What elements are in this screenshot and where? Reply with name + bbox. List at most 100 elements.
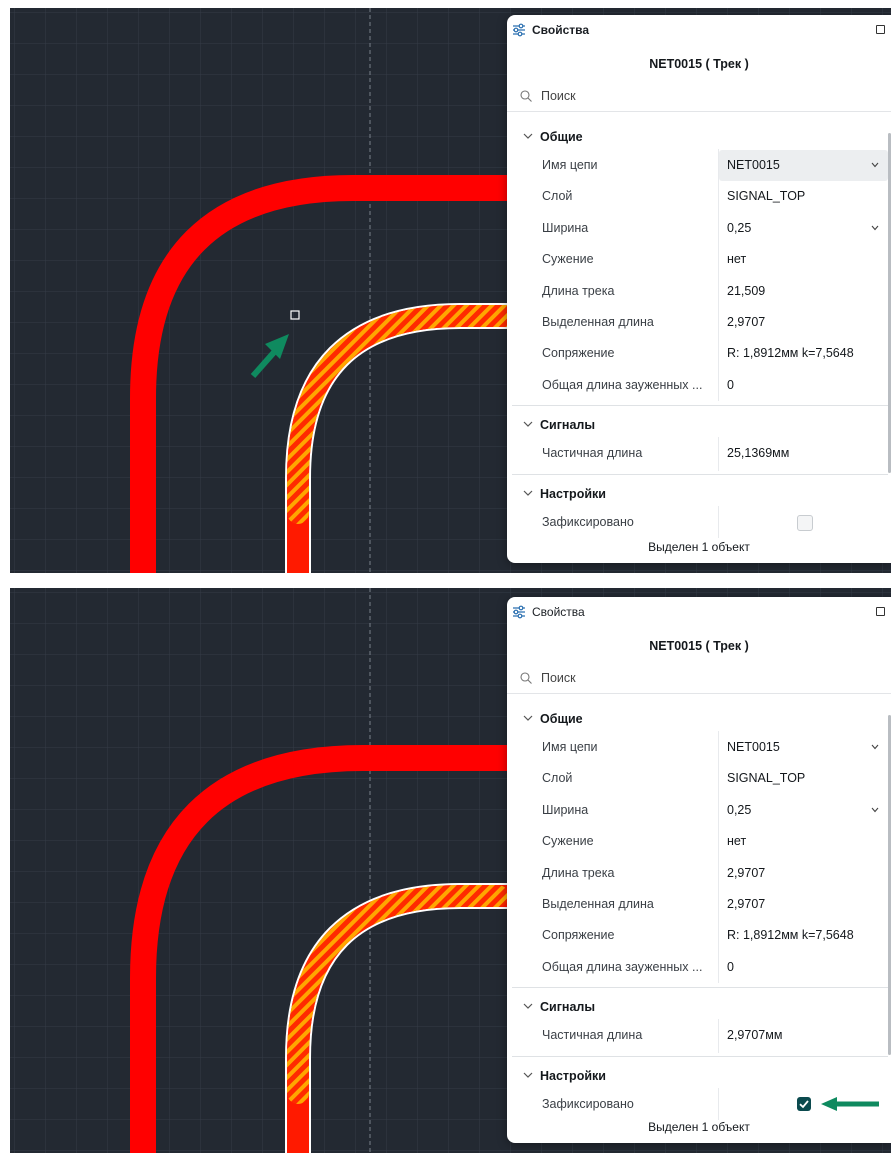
prop-value: 2,9707мм [727, 1028, 783, 1042]
prop-label: Выделенная длина [542, 897, 654, 911]
prop-row-taper: Сужение нет [507, 244, 891, 275]
prop-value: R: 1,8912мм k=7,5648 [727, 928, 854, 942]
prop-value: 25,1369мм [727, 446, 790, 460]
section-signals-header[interactable]: Сигналы [507, 996, 891, 1018]
selection-status: Выделен 1 объект [648, 540, 750, 554]
sliders-icon [513, 605, 525, 619]
prop-label: Зафиксировано [542, 515, 634, 529]
prop-row-width: Ширина 0,25 [507, 213, 891, 244]
chevron-down-icon [871, 225, 879, 231]
section-label: Общие [540, 712, 583, 726]
chevron-down-icon [871, 807, 879, 813]
properties-panel: Свойства NET0015 ( Трек ) Общие Имя цепи… [507, 597, 891, 1143]
prop-label: Частичная длина [542, 446, 643, 460]
locked-checkbox[interactable] [797, 515, 813, 531]
prop-label: Зафиксировано [542, 1097, 634, 1111]
prop-label: Общая длина зауженных ... [542, 378, 703, 392]
prop-row-track-length: Длина трека 21,509 [507, 276, 891, 307]
section-label: Настройки [540, 487, 606, 501]
prop-value: 0,25 [727, 803, 752, 817]
section-label: Настройки [540, 1069, 606, 1083]
panel-title: Свойства [532, 605, 585, 619]
prop-value: 2,9707 [727, 315, 766, 329]
object-title: NET0015 ( Трек ) [649, 57, 749, 71]
prop-value[interactable]: нет [727, 834, 746, 848]
prop-row-locked: Зафиксировано [507, 1089, 891, 1120]
prop-row-selected-length: Выделенная длина 2,9707 [507, 307, 891, 338]
prop-label: Сужение [542, 834, 594, 848]
search-bar [507, 81, 891, 112]
prop-value: 2,9707 [727, 866, 766, 880]
search-input[interactable] [541, 87, 841, 105]
chevron-down-icon [523, 490, 533, 496]
prop-label: Сопряжение [542, 346, 615, 360]
prop-label: Сужение [542, 252, 594, 266]
prop-value[interactable]: SIGNAL_TOP [727, 189, 805, 203]
prop-row-narrowed-length: Общая длина зауженных ... 0 [507, 952, 891, 983]
chevron-down-icon [871, 162, 879, 168]
prop-label: Выделенная длина [542, 315, 654, 329]
prop-row-locked: Зафиксировано [507, 507, 891, 538]
prop-value: 0 [727, 378, 734, 392]
object-title: NET0015 ( Трек ) [649, 639, 749, 653]
prop-row-net-name: Имя цепи NET0015 [507, 732, 891, 763]
section-general-header[interactable]: Общие [507, 708, 891, 730]
maximize-icon[interactable] [876, 25, 885, 34]
prop-value[interactable]: нет [727, 252, 746, 266]
search-icon [520, 672, 532, 684]
panel-header: Свойства [507, 597, 891, 627]
prop-value[interactable]: SIGNAL_TOP [727, 771, 805, 785]
section-signals-header[interactable]: Сигналы [507, 414, 891, 436]
prop-value: R: 1,8912мм k=7,5648 [727, 346, 854, 360]
prop-row-layer: Слой SIGNAL_TOP [507, 181, 891, 212]
prop-label: Длина трека [542, 284, 615, 298]
prop-value: 0 [727, 960, 734, 974]
prop-label: Слой [542, 189, 573, 203]
prop-label: Ширина [542, 803, 589, 817]
section-label: Общие [540, 130, 583, 144]
chevron-down-icon [523, 133, 533, 139]
maximize-icon[interactable] [876, 607, 885, 616]
search-input[interactable] [541, 669, 841, 687]
prop-row-fillet: Сопряжение R: 1,8912мм k=7,5648 [507, 338, 891, 369]
chevron-down-icon [523, 1003, 533, 1009]
section-general-header[interactable]: Общие [507, 126, 891, 148]
section-label: Сигналы [540, 1000, 596, 1014]
chevron-down-icon [523, 421, 533, 427]
prop-row-net-name: Имя цепи NET0015 [507, 150, 891, 181]
prop-row-narrowed-length: Общая длина зауженных ... 0 [507, 370, 891, 401]
prop-label: Слой [542, 771, 573, 785]
prop-value: 2,9707 [727, 897, 766, 911]
prop-row-partial-length: Частичная длина 25,1369мм [507, 438, 891, 469]
prop-row-partial-length: Частичная длина 2,9707мм [507, 1020, 891, 1051]
sliders-icon [513, 23, 525, 37]
prop-label: Длина трека [542, 866, 615, 880]
prop-value: 21,509 [727, 284, 766, 298]
panel-header: Свойства [507, 15, 891, 45]
prop-row-layer: Слой SIGNAL_TOP [507, 763, 891, 794]
chevron-down-icon [523, 1072, 533, 1078]
prop-label: Имя цепи [542, 158, 598, 172]
prop-label: Имя цепи [542, 740, 598, 754]
prop-row-width: Ширина 0,25 [507, 795, 891, 826]
screenshot-after: Свойства NET0015 ( Трек ) Общие Имя цепи… [10, 588, 891, 1153]
chevron-down-icon [523, 715, 533, 721]
prop-label: Сопряжение [542, 928, 615, 942]
search-icon [520, 90, 532, 102]
properties-panel: Свойства NET0015 ( Трек ) Общие Имя цепи… [507, 15, 891, 563]
prop-label: Общая длина зауженных ... [542, 960, 703, 974]
locked-checkbox[interactable] [797, 1097, 811, 1111]
check-icon [799, 1100, 809, 1109]
selection-status: Выделен 1 объект [648, 1120, 750, 1134]
section-settings-header[interactable]: Настройки [507, 1065, 891, 1087]
prop-row-taper: Сужение нет [507, 826, 891, 857]
panel-title: Свойства [532, 23, 590, 37]
prop-label: Частичная длина [542, 1028, 643, 1042]
prop-value: NET0015 [727, 158, 780, 172]
prop-label: Ширина [542, 221, 589, 235]
prop-row-selected-length: Выделенная длина 2,9707 [507, 889, 891, 920]
section-settings-header[interactable]: Настройки [507, 483, 891, 505]
prop-row-track-length: Длина трека 2,9707 [507, 858, 891, 889]
annotation-arrow [821, 1097, 879, 1111]
prop-row-fillet: Сопряжение R: 1,8912мм k=7,5648 [507, 920, 891, 951]
